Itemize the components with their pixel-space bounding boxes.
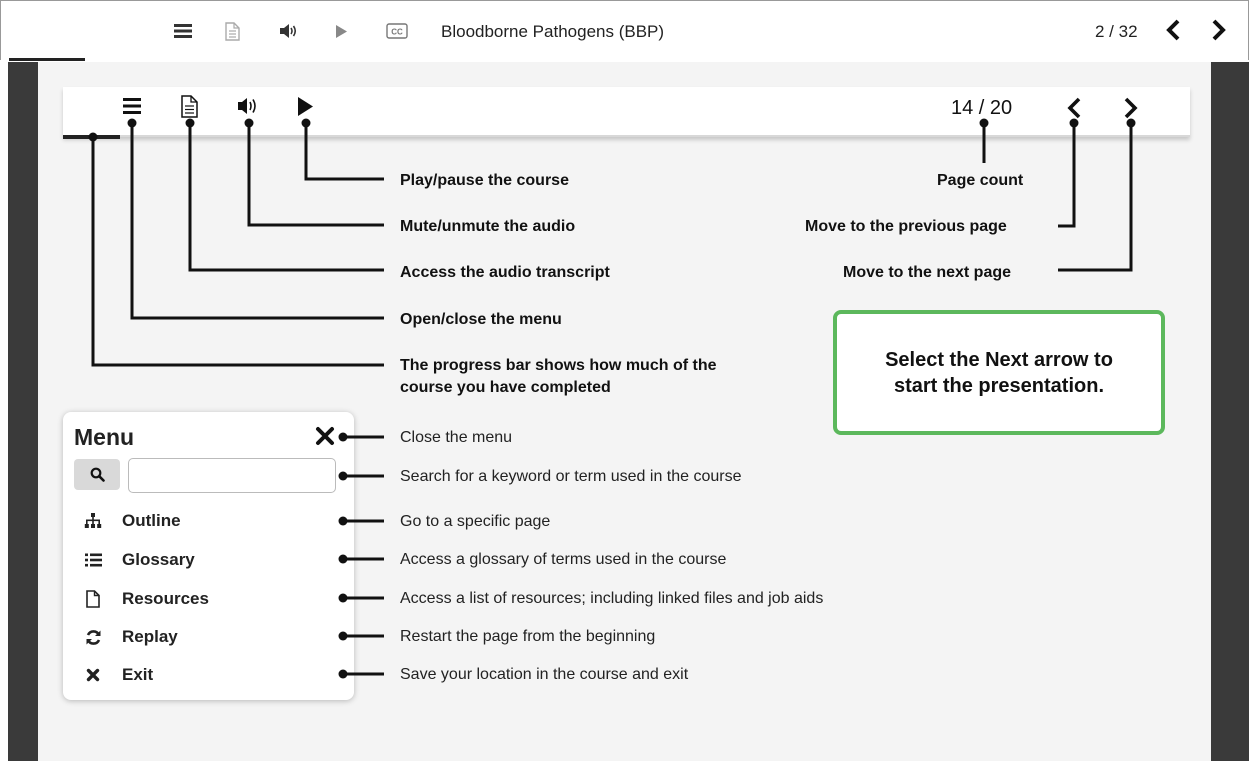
page-indicator: 2 / 32 bbox=[1095, 22, 1138, 41]
menu-icon[interactable] bbox=[173, 19, 193, 43]
callout-menu: Open/close the menu bbox=[400, 311, 562, 328]
mock-player-toolbar bbox=[63, 87, 1190, 137]
menu-panel: Menu Outline Glossary Resources Replay E… bbox=[63, 412, 354, 700]
menu-item-exit[interactable]: Exit bbox=[83, 663, 153, 687]
desc-resources: Access a list of resources; including li… bbox=[400, 590, 824, 607]
course-progress-bar bbox=[9, 58, 85, 61]
callout-play: Play/pause the course bbox=[400, 172, 569, 189]
previous-page-button[interactable] bbox=[1160, 15, 1186, 45]
audio-icon[interactable] bbox=[278, 19, 298, 43]
menu-item-glossary[interactable]: Glossary bbox=[83, 548, 195, 572]
document-icon bbox=[83, 589, 103, 609]
search-button[interactable] bbox=[74, 459, 120, 490]
instruction-line1: Select the Next arrow to bbox=[885, 348, 1113, 371]
desc-close-menu: Close the menu bbox=[400, 429, 513, 446]
menu-item-resources[interactable]: Resources bbox=[83, 587, 209, 611]
menu-item-label: Exit bbox=[122, 665, 154, 684]
callout-previous: Move to the previous page bbox=[805, 218, 1007, 235]
replay-icon bbox=[83, 627, 103, 647]
player-toolbar: CC Bloodborne Pathogens (BBP) 2 / 32 bbox=[0, 0, 1249, 61]
mock-page-count: 14 / 20 bbox=[951, 97, 1013, 119]
menu-title: Menu bbox=[74, 424, 135, 450]
menu-item-label: Outline bbox=[122, 511, 181, 530]
desc-exit: Save your location in the course and exi… bbox=[400, 666, 689, 683]
instruction-box: Select the Next arrow to start the prese… bbox=[833, 310, 1165, 435]
callout-transcript: Access the audio transcript bbox=[400, 264, 610, 281]
menu-item-label: Replay bbox=[122, 627, 178, 646]
search-icon bbox=[90, 467, 105, 482]
menu-item-replay[interactable]: Replay bbox=[83, 625, 178, 649]
desc-replay: Restart the page from the beginning bbox=[400, 628, 656, 645]
course-title: Bloodborne Pathogens (BBP) bbox=[441, 22, 665, 41]
callout-progress-line1: The progress bar shows how much of the bbox=[400, 357, 717, 374]
callout-next: Move to the next page bbox=[843, 264, 1012, 281]
callout-progress-line2: course you have completed bbox=[400, 379, 611, 396]
callout-mute: Mute/unmute the audio bbox=[400, 218, 576, 235]
desc-glossary: Access a glossary of terms used in the c… bbox=[400, 551, 727, 568]
menu-item-label: Glossary bbox=[122, 550, 195, 569]
next-page-button[interactable] bbox=[1206, 15, 1232, 45]
sitemap-icon bbox=[83, 511, 103, 531]
close-icon bbox=[83, 665, 103, 685]
previous-arrow-icon bbox=[1166, 19, 1180, 41]
list-icon bbox=[83, 550, 103, 570]
menu-close-icon[interactable] bbox=[315, 426, 335, 446]
transcript-icon[interactable] bbox=[223, 19, 241, 43]
menu-item-outline[interactable]: Outline bbox=[83, 509, 181, 533]
desc-search: Search for a keyword or term used in the… bbox=[400, 468, 742, 485]
cc-label: CC bbox=[391, 28, 403, 37]
cc-icon[interactable]: CC bbox=[385, 19, 409, 43]
search-input[interactable] bbox=[128, 458, 336, 493]
menu-item-label: Resources bbox=[122, 589, 209, 608]
play-icon[interactable] bbox=[333, 19, 349, 43]
next-arrow-icon bbox=[1212, 19, 1226, 41]
callout-page-count: Page count bbox=[937, 172, 1024, 189]
instruction-line2: start the presentation. bbox=[893, 374, 1105, 397]
desc-outline: Go to a specific page bbox=[400, 513, 551, 530]
